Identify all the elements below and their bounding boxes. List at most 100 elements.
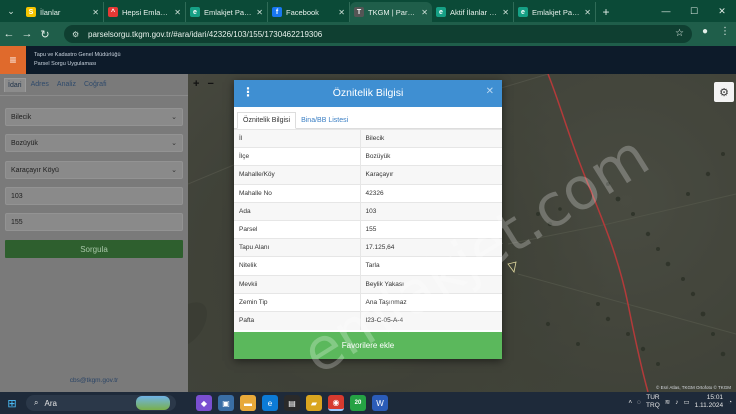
zoom-in-icon[interactable]: +	[193, 78, 199, 90]
search-icon: ⌕	[34, 398, 39, 407]
files-icon[interactable]: ▰	[306, 395, 322, 411]
block-input[interactable]: 103	[5, 187, 183, 205]
table-row: Tapu Alanı 17.125,64	[234, 238, 502, 257]
close-window-icon[interactable]: ✕	[708, 0, 736, 22]
chevron-up-icon[interactable]: ˄	[628, 399, 632, 406]
menu-icon[interactable]: ≡	[0, 46, 26, 74]
url-input[interactable]: ⚙ parselsorgu.tkgm.gov.tr/#ara/idari/423…	[64, 25, 692, 43]
attribute-label: Mahalle/Köy	[234, 165, 360, 185]
zoom-out-icon[interactable]: −	[207, 78, 213, 90]
attribute-value: Beylik Yakası	[359, 274, 502, 294]
volume-icon[interactable]: ♪	[675, 399, 678, 406]
window-controls: — ☐ ✕	[652, 0, 736, 22]
close-tab-icon[interactable]: ✕	[338, 8, 345, 17]
site-info-icon[interactable]: ⚙	[72, 30, 84, 39]
close-tab-icon[interactable]: ✕	[174, 8, 181, 17]
taskbar-search[interactable]: ⌕ Ara	[26, 395, 176, 411]
tab-title: Aktif İlanlar - Em	[450, 7, 499, 17]
tab-idari[interactable]: İdari	[4, 77, 26, 92]
emlakjet-icon: e	[518, 7, 528, 17]
attribute-label: Nitelik	[234, 256, 360, 275]
browser-tab[interactable]: e Aktif İlanlar - Em✕	[432, 2, 514, 22]
browser-tab[interactable]: e Emlakjet Panel ✕	[186, 2, 268, 22]
whatsapp-icon[interactable]: 20	[350, 395, 366, 411]
tab-attribute-info[interactable]: Öznitelik Bilgisi	[237, 112, 297, 129]
reload-icon[interactable]: ↻	[36, 28, 54, 41]
attribute-label: Zemin Tip	[234, 292, 360, 312]
store-icon[interactable]: ▤	[284, 395, 300, 411]
battery-icon[interactable]: ▭	[683, 398, 689, 406]
input-language[interactable]: TUR TRQ	[646, 394, 660, 410]
facebook-icon: f	[272, 7, 282, 17]
browser-tab[interactable]: S İlanlar ✕	[22, 2, 104, 22]
keyboard-layout: TRQ	[646, 402, 660, 409]
new-tab-button[interactable]: +	[596, 2, 616, 22]
app-name: Parsel Sorgu Uygulaması	[34, 61, 97, 67]
tab-analiz[interactable]: Analiz	[54, 78, 79, 91]
browser-menu-icon[interactable]: ⋮	[718, 26, 732, 37]
neighborhood-select[interactable]: Karaçayır Köyü ⌄	[5, 161, 183, 179]
attribute-table: İl Bilecik İlçe Bozüyük Mahalle/Köy Karaçayır…	[234, 128, 502, 330]
close-tab-icon[interactable]: ✕	[502, 8, 509, 17]
wifi-icon[interactable]: ≋	[665, 398, 670, 406]
attribute-value: I23-C-05-A-4	[359, 310, 502, 330]
word-icon[interactable]: W	[372, 395, 388, 411]
tab-cografi[interactable]: Coğrafi	[81, 78, 110, 91]
browser-tab[interactable]: e Emlakjet Panel ✕	[514, 2, 596, 22]
close-icon[interactable]: ✕	[486, 86, 494, 97]
start-icon[interactable]: ⊞	[0, 397, 24, 410]
query-tabs: İdari Adres Analiz Coğrafi	[0, 74, 188, 96]
chrome-icon[interactable]: ◉	[328, 395, 344, 411]
network-icon[interactable]: ◌	[637, 399, 641, 406]
table-row: İl Bilecik	[234, 128, 502, 148]
query-button[interactable]: Sorgula	[5, 240, 183, 258]
province-value: Bilecik	[11, 113, 32, 121]
maximize-icon[interactable]: ☐	[680, 0, 708, 22]
attribute-label: İlçe	[234, 147, 360, 166]
chevron-down-icon: ⌄	[171, 140, 177, 147]
clock[interactable]: 15:01 1.11.2024	[695, 394, 723, 410]
browser-tab[interactable]: ^ Hepsi Emlak Ba ✕	[104, 2, 186, 22]
minimize-icon[interactable]: —	[652, 0, 680, 22]
map-toolbar: + −	[193, 78, 214, 90]
search-placeholder: Ara	[44, 398, 57, 408]
forward-icon[interactable]: →	[18, 28, 36, 40]
clock-date: 1.11.2024	[694, 402, 724, 409]
table-row: Ada 103	[234, 201, 502, 221]
province-select[interactable]: Bilecik ⌄	[5, 108, 183, 126]
table-row: Pafta I23-C-05-A-4	[234, 310, 502, 330]
parcel-input[interactable]: 155	[5, 213, 183, 231]
browser-tab[interactable]: f Facebook ✕	[268, 2, 350, 22]
attribute-value: Tarla	[359, 256, 502, 275]
tab-search-icon[interactable]: ⌄	[0, 0, 22, 22]
attribute-value: Bilecik	[359, 128, 502, 148]
close-tab-icon[interactable]: ✕	[256, 8, 263, 17]
copilot-icon[interactable]: ◆	[196, 395, 212, 411]
dialog-title: Öznitelik Bilgisi	[332, 87, 404, 99]
tab-title: Hepsi Emlak Ba	[122, 7, 171, 17]
close-tab-icon[interactable]: ✕	[584, 8, 591, 17]
attribute-value: 17.125,64	[359, 238, 502, 257]
add-to-favorites-button[interactable]: Favorilere ekle	[234, 332, 502, 359]
browser-tab[interactable]: T TKGM | Parsel Sor✕	[350, 2, 432, 22]
tab-building-list[interactable]: Bina/BB Listesi	[296, 113, 353, 128]
sahibinden-icon: S	[26, 7, 36, 17]
tab-title: Facebook	[286, 7, 319, 17]
contact-email[interactable]: cbs@tkgm.gov.tr	[0, 377, 188, 384]
close-tab-icon[interactable]: ✕	[92, 8, 99, 17]
attribute-label: Parsel	[234, 219, 360, 239]
agency-name: Tapu ve Kadastro Genel Müdürlüğü	[34, 52, 121, 58]
map-settings-icon[interactable]: ⚙	[714, 82, 734, 102]
district-select[interactable]: Bozüyük ⌄	[5, 134, 183, 152]
file-explorer-icon[interactable]: ▬	[240, 395, 256, 411]
bookmark-star-icon[interactable]: ☆	[675, 28, 684, 39]
attribute-value: 155	[359, 219, 502, 239]
close-tab-icon[interactable]: ✕	[421, 8, 428, 17]
task-view-icon[interactable]: ▣	[218, 395, 234, 411]
attribute-value: 103	[359, 201, 502, 221]
back-icon[interactable]: ←	[0, 28, 18, 40]
profile-icon[interactable]: ●	[698, 26, 712, 37]
edge-icon[interactable]: e	[262, 395, 278, 411]
notification-icon[interactable]: ◔	[728, 399, 732, 406]
tab-adres[interactable]: Adres	[28, 78, 52, 91]
